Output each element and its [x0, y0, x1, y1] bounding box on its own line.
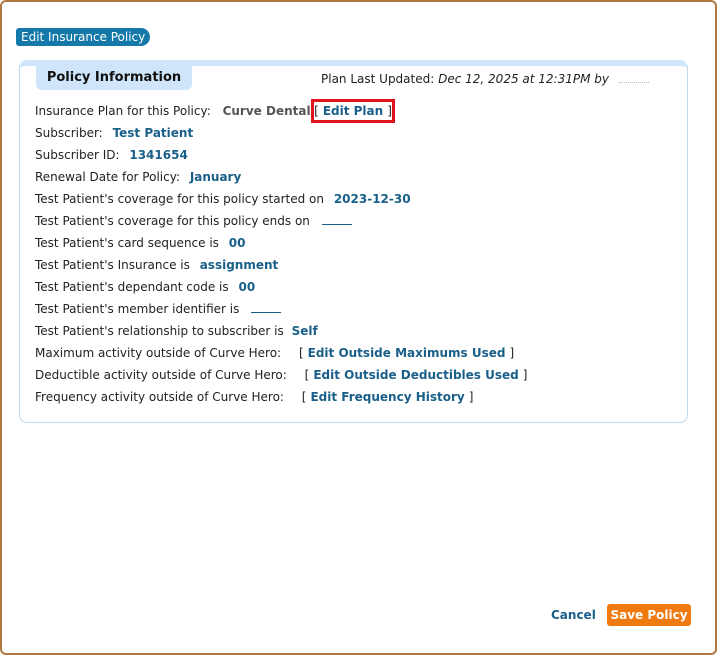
coverage-end-blank — [321, 214, 352, 225]
member-label: Test Patient's member identifier is — [35, 302, 240, 316]
plan-label: Insurance Plan for this Policy: — [35, 104, 211, 118]
coverage-start-value: 2023-12-30 — [333, 192, 411, 206]
relationship-row: Test Patient's relationship to subscribe… — [35, 323, 318, 339]
insurance-value: assignment — [199, 258, 279, 272]
coverage-start-row: Test Patient's coverage for this policy … — [35, 191, 411, 207]
edit-plan-highlight: [ Edit Plan] — [311, 99, 395, 123]
member-blank — [251, 302, 282, 313]
save-policy-button[interactable]: Save Policy — [607, 604, 691, 626]
max-bracket-link: [ Edit Outside Maximums Used] — [299, 346, 514, 360]
card-seq-label: Test Patient's card sequence is — [35, 236, 219, 250]
coverage-end-row: Test Patient's coverage for this policy … — [35, 213, 352, 229]
subscriber-row: Subscriber: Test Patient — [35, 125, 193, 141]
freq-label: Frequency activity outside of Curve Hero… — [35, 390, 284, 404]
plan-value: Curve Dental — [222, 104, 311, 118]
coverage-start-label: Test Patient's coverage for this policy … — [35, 192, 324, 206]
subscriber-value: Test Patient — [112, 126, 194, 140]
last-updated: Plan Last Updated: Dec 12, 2025 at 12:31… — [321, 72, 649, 86]
edit-plan-link[interactable]: Edit Plan — [323, 104, 383, 118]
deduct-bracket-open: [ — [304, 368, 310, 382]
freq-bracket-link: [Edit Frequency History] — [302, 390, 474, 404]
redacted-user — [618, 82, 649, 83]
edit-plan-bracket-close: ] — [387, 104, 392, 118]
edit-outside-deductibles-link[interactable]: Edit Outside Deductibles Used — [313, 368, 518, 382]
freq-bracket-close: ] — [468, 390, 474, 404]
edit-plan-bracket-open: [ — [314, 104, 319, 118]
cancel-button[interactable]: Cancel — [551, 607, 596, 623]
last-updated-value: Dec 12, 2025 at 12:31PM by — [438, 72, 609, 86]
freq-bracket-open: [ — [301, 390, 307, 404]
relationship-value: Self — [291, 324, 318, 338]
card-seq-row: Test Patient's card sequence is 00 — [35, 235, 245, 251]
last-updated-label: Plan Last Updated: — [321, 72, 435, 86]
subscriber-id-value: 1341654 — [129, 148, 188, 162]
max-bracket-open: [ — [298, 346, 304, 360]
subscriber-id-label: Subscriber ID: — [35, 148, 120, 162]
plan-row: Insurance Plan for this Policy: Curve De… — [35, 103, 311, 119]
dependant-value: 00 — [238, 280, 256, 294]
member-row: Test Patient's member identifier is — [35, 301, 282, 317]
relationship-label: Test Patient's relationship to subscribe… — [35, 324, 284, 338]
max-row: Maximum activity outside of Curve Hero: … — [35, 345, 514, 361]
panel-tab: Policy Information — [36, 66, 192, 90]
deduct-row: Deductible activity outside of Curve Her… — [35, 367, 527, 383]
edit-frequency-history-link[interactable]: Edit Frequency History — [310, 390, 464, 404]
subscriber-id-row: Subscriber ID: 1341654 — [35, 147, 188, 163]
freq-row: Frequency activity outside of Curve Hero… — [35, 389, 473, 405]
dependant-label: Test Patient's dependant code is — [35, 280, 229, 294]
deduct-bracket-link: [Edit Outside Deductibles Used] — [305, 368, 528, 382]
renewal-label: Renewal Date for Policy: — [35, 170, 180, 184]
max-label: Maximum activity outside of Curve Hero: — [35, 346, 282, 360]
deduct-label: Deductible activity outside of Curve Her… — [35, 368, 287, 382]
insurance-label: Test Patient's Insurance is — [35, 258, 190, 272]
dialog-title: Edit Insurance Policy — [16, 28, 151, 46]
renewal-value: January — [189, 170, 242, 184]
insurance-row: Test Patient's Insurance is assignment — [35, 257, 278, 273]
deduct-bracket-close: ] — [522, 368, 528, 382]
edit-outside-maximums-link[interactable]: Edit Outside Maximums Used — [308, 346, 506, 360]
max-bracket-close: ] — [509, 346, 515, 360]
dependant-row: Test Patient's dependant code is 00 — [35, 279, 255, 295]
coverage-end-label: Test Patient's coverage for this policy … — [35, 214, 310, 228]
card-seq-value: 00 — [228, 236, 246, 250]
subscriber-label: Subscriber: — [35, 126, 103, 140]
renewal-row: Renewal Date for Policy: January — [35, 169, 241, 185]
